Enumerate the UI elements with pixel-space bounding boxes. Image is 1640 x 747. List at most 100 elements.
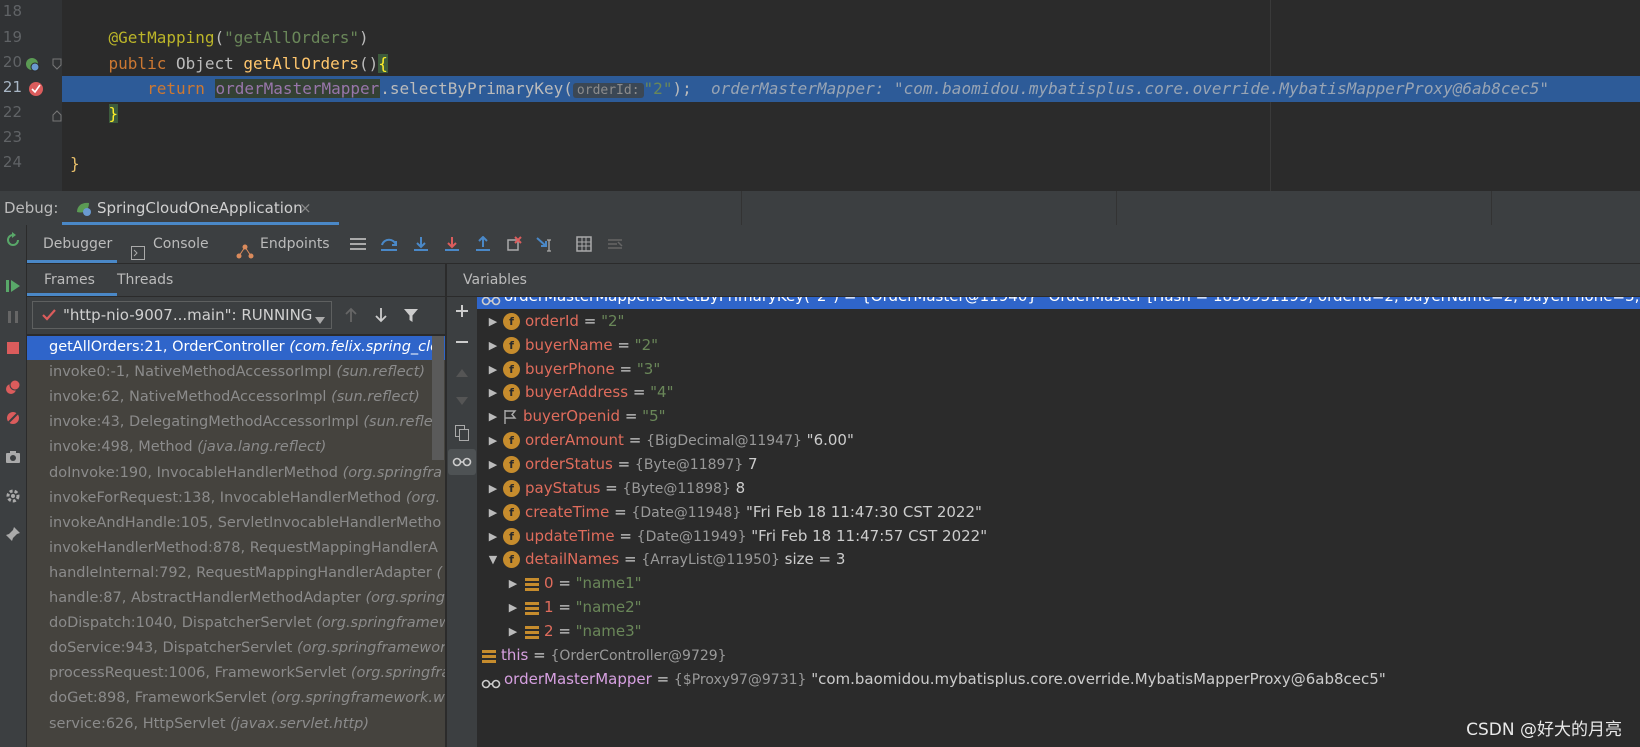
expand-arrow-icon[interactable]: ▶ [487,380,499,405]
stack-frame-row[interactable]: doInvoke:190, InvocableHandlerMethod (or… [27,460,445,486]
stack-frame-row[interactable]: processRequest:1006, FrameworkServlet (o… [27,660,445,686]
expand-arrow-icon[interactable]: ▶ [487,452,499,477]
code-line-22[interactable]: } [62,101,1640,127]
collapse-arrow-icon[interactable]: ▼ [487,547,499,572]
evaluate-expression-icon[interactable] [574,234,594,254]
stack-frame-row[interactable]: invokeAndHandle:105, ServletInvocableHan… [27,510,445,536]
mute-breakpoints-icon[interactable] [2,407,24,429]
filter-icon[interactable] [401,305,421,325]
variable-row[interactable]: ▶ f buyerPhone = "3" [477,357,1640,382]
step-into-icon[interactable] [411,234,431,254]
pause-icon[interactable] [2,306,24,328]
move-up-icon[interactable] [452,363,472,383]
expand-arrow-icon[interactable]: ▶ [487,524,499,549]
view-breakpoints-icon[interactable] [2,376,24,398]
stop-icon[interactable] [2,337,24,359]
variable-row[interactable]: ▶ 0 = "name1" [477,571,1640,596]
tab-endpoints[interactable]: Endpoints [236,225,336,263]
gear-icon[interactable] [2,485,24,507]
stack-frame-row[interactable]: doService:943, DispatcherServlet (org.sp… [27,635,445,661]
fold-end-icon[interactable] [52,110,62,126]
frames-scrollbar[interactable] [432,336,444,460]
expand-arrow-icon[interactable]: ▶ [487,333,499,358]
arrow-up-icon[interactable] [341,305,361,325]
resume-icon[interactable] [2,275,24,297]
stack-frame-row[interactable]: invoke0:-1, NativeMethodAccessorImpl (su… [27,359,445,385]
stack-frame-row[interactable]: invoke:498, Method (java.lang.reflect) [27,434,445,460]
stack-frame-row[interactable]: invokeHandlerMethod:878, RequestMappingH… [27,535,445,561]
tab-threads[interactable]: Threads [117,264,197,296]
show-watches-icon[interactable] [448,449,476,475]
step-out-icon[interactable] [473,234,493,254]
add-watch-icon[interactable] [452,301,472,321]
drop-frame-icon[interactable] [504,234,524,254]
camera-icon[interactable] [2,446,24,468]
expand-arrow-icon[interactable]: ▶ [487,404,499,429]
stack-frame-row[interactable]: doGet:898, FrameworkServlet (org.springf… [27,685,445,711]
code-line-20[interactable]: public Object getAllOrders(){ [62,51,1640,77]
variable-row[interactable]: ▶ f buyerAddress = "4" [477,380,1640,405]
stack-frame-row[interactable]: invoke:43, DelegatingMethodAccessorImpl … [27,409,445,435]
tab-console[interactable]: Console [131,225,231,263]
expand-arrow-icon[interactable]: ▶ [487,309,499,334]
frames-list[interactable]: getAllOrders:21, OrderController (com.fe… [27,336,445,747]
thread-select[interactable]: "http-nio-9007...main": RUNNING [32,301,332,329]
divider [1116,191,1117,225]
variable-row[interactable]: ▶ f orderAmount = {BigDecimal@11947} "6.00… [477,428,1640,453]
variable-row[interactable]: ▶ f updateTime = {Date@11949} "Fri Feb 18 … [477,524,1640,549]
menu-icon[interactable] [348,234,368,254]
variable-row[interactable]: ▶ buyerOpenid = "5" [477,404,1640,429]
variable-text: buyerName = "2" [525,333,658,358]
breakpoint-icon[interactable] [28,81,44,101]
spring-bean-icon[interactable] [24,56,40,76]
variable-row[interactable]: ▶orderMasterMapper = {$Proxy97@9731} "co… [477,667,1640,692]
trace-icon[interactable] [605,234,625,254]
fold-icon[interactable] [52,58,62,74]
variable-row[interactable]: ▶ f createTime = {Date@11948} "Fri Feb 18 … [477,500,1640,525]
remove-watch-icon[interactable] [452,332,472,352]
variable-row[interactable]: ▶ f orderId = "2" [477,309,1640,334]
step-over-icon[interactable] [379,234,399,254]
stack-frame-row[interactable]: doDispatch:1040, DispatcherServlet (org.… [27,610,445,636]
close-icon[interactable]: × [299,191,312,225]
expand-arrow-icon[interactable]: ▶ [487,357,499,382]
force-step-into-icon[interactable] [442,234,462,254]
move-down-icon[interactable] [452,391,472,411]
code-line-19[interactable]: @GetMapping("getAllOrders") [62,25,1640,51]
line-number: 20 [2,53,22,71]
stack-frame-row[interactable]: handle:87, AbstractHandlerMethodAdapter … [27,585,445,611]
stack-frame-row[interactable]: handleInternal:792, RequestMappingHandle… [27,560,445,586]
variable-row[interactable]: ▶ f orderStatus = {Byte@11897} 7 [477,452,1640,477]
tab-debugger[interactable]: Debugger [27,225,117,263]
variable-row[interactable]: ▶ 1 = "name2" [477,595,1640,620]
variable-value: size = 3 [784,550,846,569]
variable-row[interactable]: ▼ f detailNames = {ArrayList@11950} size =… [477,547,1640,572]
stack-frame-row[interactable]: service:626, HttpServlet (javax.servlet.… [27,711,445,737]
variable-row[interactable]: ▶ 2 = "name3" [477,619,1640,644]
code-line-24[interactable]: } [62,151,1640,177]
stack-frame-row[interactable]: getAllOrders:21, OrderController (com.fe… [27,336,445,360]
expand-arrow-icon[interactable]: ▶ [507,571,519,596]
expand-arrow-icon[interactable]: ▶ [487,428,499,453]
code-line-21[interactable]: return orderMasterMapper.selectByPrimary… [62,76,1640,102]
watch-icon [481,673,501,698]
variables-tree[interactable]: ▼ orderMasterMapper.selectByPrimaryKey("2… [477,297,1640,747]
expand-arrow-icon[interactable]: ▶ [507,595,519,620]
variable-row[interactable]: ▶ f buyerName = "2" [477,333,1640,358]
expand-arrow-icon[interactable]: ▶ [487,500,499,525]
variable-row[interactable]: ▶ f payStatus = {Byte@11898} 8 [477,476,1640,501]
variable-row[interactable]: ▼orderMasterMapper.selectByPrimaryKey("2… [477,297,1640,309]
run-to-cursor-icon[interactable] [535,234,555,254]
variable-row[interactable]: ▶this = {OrderController@9729} [477,643,1640,668]
tab-springcloudoneapplication[interactable]: SpringCloudOneApplication × [62,191,339,225]
expand-arrow-icon[interactable]: ▶ [487,476,499,501]
tab-frames[interactable]: Frames [27,264,117,296]
arrow-down-icon[interactable] [371,305,391,325]
rerun-icon[interactable] [2,229,24,251]
stack-frame-row[interactable]: invoke:62, NativeMethodAccessorImpl (sun… [27,384,445,410]
stack-frame-row[interactable]: invokeForRequest:138, InvocableHandlerMe… [27,485,445,511]
pin-icon[interactable] [2,523,24,545]
code-editor[interactable]: 18 19 20 21 22 23 24 @GetMapping("getAll… [0,0,1640,191]
expand-arrow-icon[interactable]: ▶ [507,619,519,644]
copy-icon[interactable] [452,423,472,443]
